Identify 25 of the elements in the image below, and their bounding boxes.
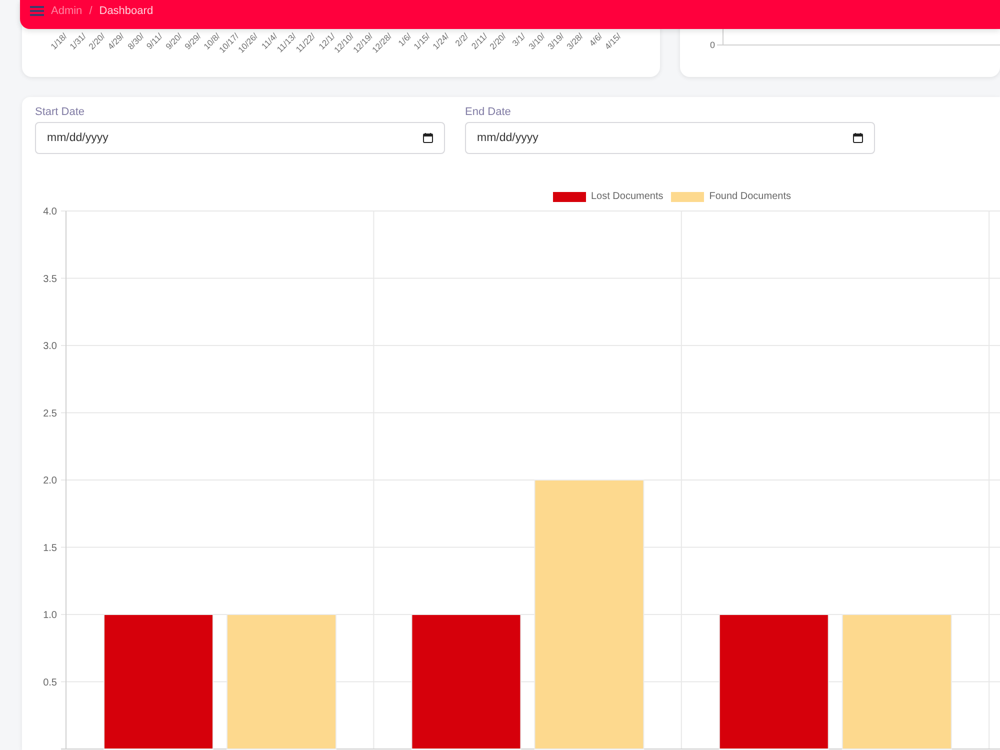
y-tick-label: 1.5: [43, 542, 57, 554]
menu-icon[interactable]: [30, 6, 44, 16]
breadcrumb-current: Dashboard: [99, 5, 154, 18]
y-tick-label: 1.0: [43, 610, 57, 621]
date-field[interactable]: mm/dd/yyyy: [35, 122, 445, 154]
field-label: End Date: [465, 106, 512, 119]
legend-label: Lost Documents: [591, 191, 664, 203]
calendar-icon[interactable]: [423, 133, 433, 143]
field-label: Start Date: [35, 106, 86, 119]
y-tick-label: 2.5: [43, 408, 57, 420]
date-field[interactable]: mm/dd/yyyy: [465, 122, 875, 154]
axis-label: 4/6/: [586, 31, 604, 48]
legend-label: Found Documents: [709, 191, 791, 203]
y-tick-label: 3.5: [43, 274, 57, 285]
axis-label: 0: [710, 40, 715, 50]
axis-label: 2/2/: [453, 31, 470, 48]
calendar-icon[interactable]: [853, 133, 863, 143]
y-tick-label: 0.5: [43, 677, 57, 688]
breadcrumb-link[interactable]: Admin: [51, 5, 82, 18]
axis-label: 3/1/: [510, 31, 528, 48]
y-tick-label: 2.0: [43, 476, 57, 486]
breadcrumb-separator: /: [89, 5, 92, 18]
axis-label: 1/6/: [396, 31, 413, 48]
y-tick-label: 3.0: [43, 341, 57, 352]
y-tick-label: 4.0: [43, 206, 57, 218]
